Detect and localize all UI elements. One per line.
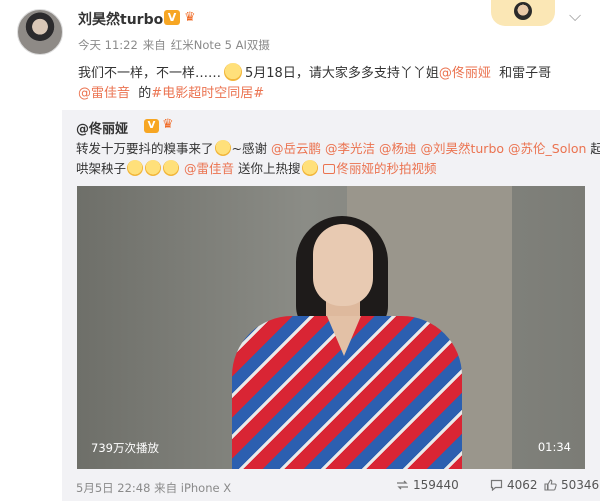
mention-link[interactable]: @佟丽娅 [439, 66, 491, 81]
mention-link[interactable]: @岳云鹏 [271, 141, 321, 156]
repost-text: ~感谢 [231, 141, 267, 156]
repost-count: 159440 [413, 478, 459, 492]
repost-text: 转发十万要抖的糗事来了 [76, 141, 214, 156]
repost-icon [397, 480, 408, 490]
video-link[interactable]: 佟丽娅的秒拍视频 [322, 161, 437, 176]
like-count-button[interactable]: 50346 [544, 478, 599, 492]
video-duration: 01:34 [537, 440, 571, 454]
emoji-icon [145, 160, 162, 176]
post-username[interactable]: 刘昊然turbo [78, 9, 163, 29]
post-text: 和雷子哥 [499, 66, 552, 81]
weibo-post: 刘昊然turbo V ♛ 今天 11:22 来自 红米Note 5 AI双摄 ⌵ 我… [0, 0, 600, 501]
repost-text: 哄架秧子 [76, 161, 127, 176]
avatar[interactable] [17, 9, 63, 55]
mention-link[interactable]: @杨迪 [379, 141, 417, 156]
mention-link[interactable]: @雷佳音 [184, 161, 234, 176]
post-text-line-2: @雷佳音 的#电影超时空同居# [78, 82, 264, 101]
emoji-icon [224, 63, 243, 81]
follow-widget[interactable] [491, 0, 555, 26]
video-views: 739万次播放 [91, 441, 159, 455]
comment-icon [490, 479, 503, 491]
repost-box[interactable]: @佟丽娅 V ♛ 转发十万要抖的糗事来了 ~感谢 @岳云鹏 @李光洁 @杨迪 @刘… [62, 110, 600, 501]
post-text-line-1: 我们不一样，不一样…… 5月18日，请大家多多支持丫丫姐@佟丽娅 和雷子哥 [78, 62, 551, 81]
post-time[interactable]: 今天 11:22 [78, 38, 138, 52]
thumbs-up-icon [544, 479, 557, 491]
repost-text: 起 [590, 141, 600, 156]
emoji-icon [127, 160, 144, 176]
mention-link[interactable]: @李光洁 [325, 141, 375, 156]
repost-meta: 5月5日 22:48 来自 iPhone X [76, 480, 231, 496]
repost-source[interactable]: iPhone X [181, 481, 231, 495]
video-icon [322, 164, 335, 174]
emoji-icon [214, 140, 231, 156]
mention-link[interactable]: @刘昊然turbo [420, 141, 504, 156]
post-text: 的 [138, 86, 152, 101]
post-source[interactable]: 红米Note 5 AI双摄 [171, 38, 270, 52]
vip-badge: V [164, 10, 180, 25]
chevron-down-icon[interactable]: ⌵ [569, 6, 581, 26]
video-link-label: 佟丽娅的秒拍视频 [336, 161, 437, 176]
topic-link[interactable]: #电影超时空同居# [151, 86, 264, 101]
mention-link[interactable]: @雷佳音 [78, 86, 130, 101]
repost-source-prefix: 来自 [154, 481, 178, 495]
sunglasses-emoji-icon [301, 160, 318, 176]
repost-count-button[interactable]: 159440 [396, 478, 459, 492]
video-frame-person [313, 224, 373, 306]
video-player[interactable]: 739万次播放 01:34 [77, 186, 585, 469]
repost-text: 送你上热搜 [238, 161, 301, 176]
emoji-icon [163, 160, 180, 176]
post-meta: 今天 11:22 来自 红米Note 5 AI双摄 [78, 37, 270, 53]
post-text: 我们不一样，不一样…… [78, 66, 222, 81]
crown-icon: ♛ [184, 10, 196, 25]
repost-time[interactable]: 5月5日 22:48 [76, 481, 150, 495]
post-source-prefix: 来自 [142, 38, 166, 52]
repost-text-line-2: 哄架秧子 @雷佳音 送你上热搜 佟丽娅的秒拍视频 [76, 158, 437, 177]
mention-link[interactable]: @苏伦_Solon [508, 141, 586, 156]
repost-text-line-1: 转发十万要抖的糗事来了 ~感谢 @岳云鹏 @李光洁 @杨迪 @刘昊然turbo @… [76, 138, 600, 157]
vip-badge: V [144, 119, 159, 133]
post-text: 5月18日，请大家多多支持丫丫姐 [245, 66, 439, 81]
crown-icon: ♛ [162, 117, 174, 132]
comment-count: 4062 [507, 478, 538, 492]
repost-username[interactable]: @佟丽娅 [76, 118, 128, 137]
like-count: 50346 [561, 478, 600, 492]
follow-avatar-icon [514, 2, 532, 20]
comment-count-button[interactable]: 4062 [490, 478, 538, 492]
